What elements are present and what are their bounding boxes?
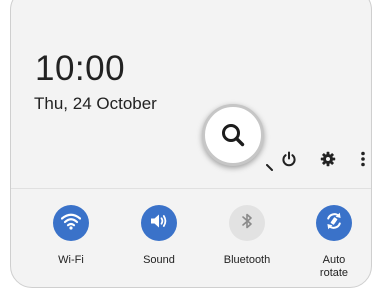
tile-wifi-toggle[interactable] [53, 205, 89, 241]
tile-auto-rotate[interactable]: Auto rotate [299, 205, 369, 280]
quick-panel: 10:00 Thu, 24 October Wi-Fi Sound Blueto… [10, 0, 372, 288]
settings-button[interactable] [318, 151, 338, 171]
tile-wifi[interactable]: Wi-Fi [36, 205, 106, 267]
search-icon-peek [266, 159, 274, 171]
tile-auto-rotate-toggle[interactable] [316, 205, 352, 241]
wifi-icon [60, 212, 82, 235]
power-button[interactable] [279, 151, 299, 171]
search-button[interactable] [202, 104, 264, 166]
bluetooth-icon [240, 212, 254, 235]
gear-icon [320, 151, 336, 172]
divider [11, 188, 371, 189]
tile-bluetooth-toggle[interactable] [229, 205, 265, 241]
date-label: Thu, 24 October [34, 94, 157, 113]
search-icon [220, 122, 246, 148]
auto-rotate-icon [324, 211, 344, 236]
more-vertical-icon [360, 151, 366, 172]
tile-label-wifi: Wi-Fi [58, 254, 84, 266]
sound-icon [149, 212, 169, 235]
tile-sound[interactable]: Sound [124, 205, 194, 267]
more-options-button[interactable] [353, 151, 371, 172]
clock-time: 10:00 [35, 49, 126, 88]
tile-sound-toggle[interactable] [141, 205, 177, 241]
tile-label-auto-rotate: Auto rotate [319, 254, 349, 279]
tile-bluetooth[interactable]: Bluetooth [212, 205, 282, 267]
tile-label-bluetooth: Bluetooth [223, 254, 271, 266]
power-icon [281, 151, 297, 172]
tile-label-sound: Sound [143, 254, 175, 266]
